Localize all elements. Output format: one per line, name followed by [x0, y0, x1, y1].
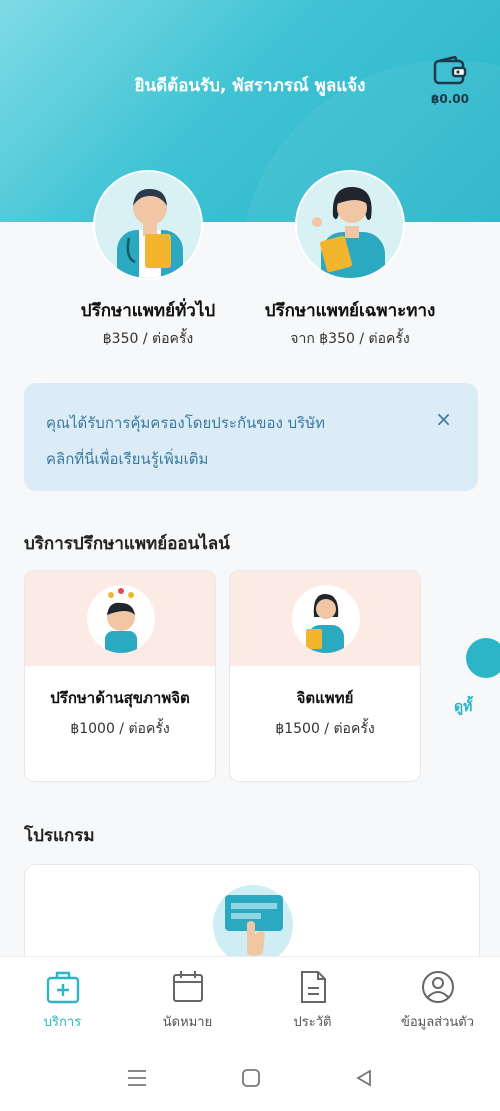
wallet-balance: ฿0.00 [431, 92, 469, 106]
tab-services-label: บริการ [43, 1015, 82, 1030]
document-icon [300, 971, 326, 1003]
home-icon[interactable] [241, 1068, 261, 1088]
tab-profile[interactable]: ข้อมูลส่วนตัว [375, 957, 500, 1044]
mental-health-card[interactable]: ปรึกษาด้านสุขภาพจิต ฿1000 / ต่อครั้ง [24, 570, 216, 782]
wallet-button[interactable]: ฿0.00 [428, 56, 472, 106]
recent-apps-icon[interactable] [126, 1069, 148, 1087]
tab-history-label: ประวัติ [293, 1015, 332, 1030]
back-icon[interactable] [354, 1068, 374, 1088]
specialist-doctor-title: ปรึกษาแพทย์เฉพาะทาง [264, 301, 436, 321]
psychiatrist-illustration [292, 585, 360, 653]
see-all-button[interactable]: ดูทั้ [454, 638, 500, 718]
general-doctor-title: ปรึกษาแพทย์ทั่วไป [80, 301, 216, 321]
mental-health-card-name: ปรึกษาด้านสุขภาพจิต [50, 689, 190, 707]
tab-appointments[interactable]: นัดหมาย [125, 957, 250, 1044]
wallet-icon [433, 56, 467, 85]
program-section-title: โปรแกรม [24, 826, 95, 846]
mental-health-card-price: ฿1000 / ต่อครั้ง [70, 721, 170, 737]
psychiatrist-card-price: ฿1500 / ต่อครั้ง [275, 721, 375, 737]
see-all-label: ดูทั้ [454, 699, 473, 715]
psychiatrist-card-name: จิตแพทย์ [296, 689, 354, 707]
specialist-doctor-avatar [295, 170, 405, 280]
tab-profile-label: ข้อมูลส่วนตัว [400, 1015, 475, 1030]
calendar-icon [172, 971, 203, 1002]
psychiatrist-card-banner [230, 571, 420, 666]
general-doctor-avatar [93, 170, 203, 280]
notice-line-1: คุณได้รับการคุ้มครองโดยประกันของ บริษัท [46, 414, 325, 432]
close-icon[interactable]: × [435, 407, 452, 431]
see-all-circle-icon [466, 638, 500, 678]
medical-kit-icon [46, 971, 79, 1004]
user-icon [421, 971, 454, 1003]
program-illustration [213, 885, 293, 965]
psychiatrist-card[interactable]: จิตแพทย์ ฿1500 / ต่อครั้ง [229, 570, 421, 782]
tab-services[interactable]: บริการ [0, 957, 125, 1044]
system-nav-bar [0, 1044, 500, 1111]
tab-history[interactable]: ประวัติ [250, 957, 375, 1044]
general-doctor-price: ฿350 / ต่อครั้ง [102, 331, 194, 347]
notice-learn-more-link[interactable]: คลิกที่นี่เพื่อเรียนรู้เพิ่มเติม [46, 441, 456, 477]
insurance-notice[interactable]: คุณได้รับการคุ้มครองโดยประกันของ บริษัท … [24, 383, 478, 491]
tab-appointments-label: นัดหมาย [162, 1015, 213, 1030]
specialist-doctor-option[interactable]: ปรึกษาแพทย์เฉพาะทาง จาก ฿350 / ต่อครั้ง [258, 170, 442, 350]
bottom-tab-bar: บริการ นัดหมาย ประวัติ ข้อมูลส่วนตัว [0, 956, 500, 1044]
mental-health-illustration [87, 585, 155, 653]
general-doctor-option[interactable]: ปรึกษาแพทย์ทั่วไป ฿350 / ต่อครั้ง [48, 170, 248, 350]
online-section-title: บริการปรึกษาแพทย์ออนไลน์ [24, 534, 230, 554]
specialist-doctor-price: จาก ฿350 / ต่อครั้ง [290, 331, 410, 347]
greeting-text: ยินดีต้อนรับ, พัสราภรณ์ พูลแจ้ง [134, 76, 366, 96]
mental-health-card-banner [25, 571, 215, 666]
